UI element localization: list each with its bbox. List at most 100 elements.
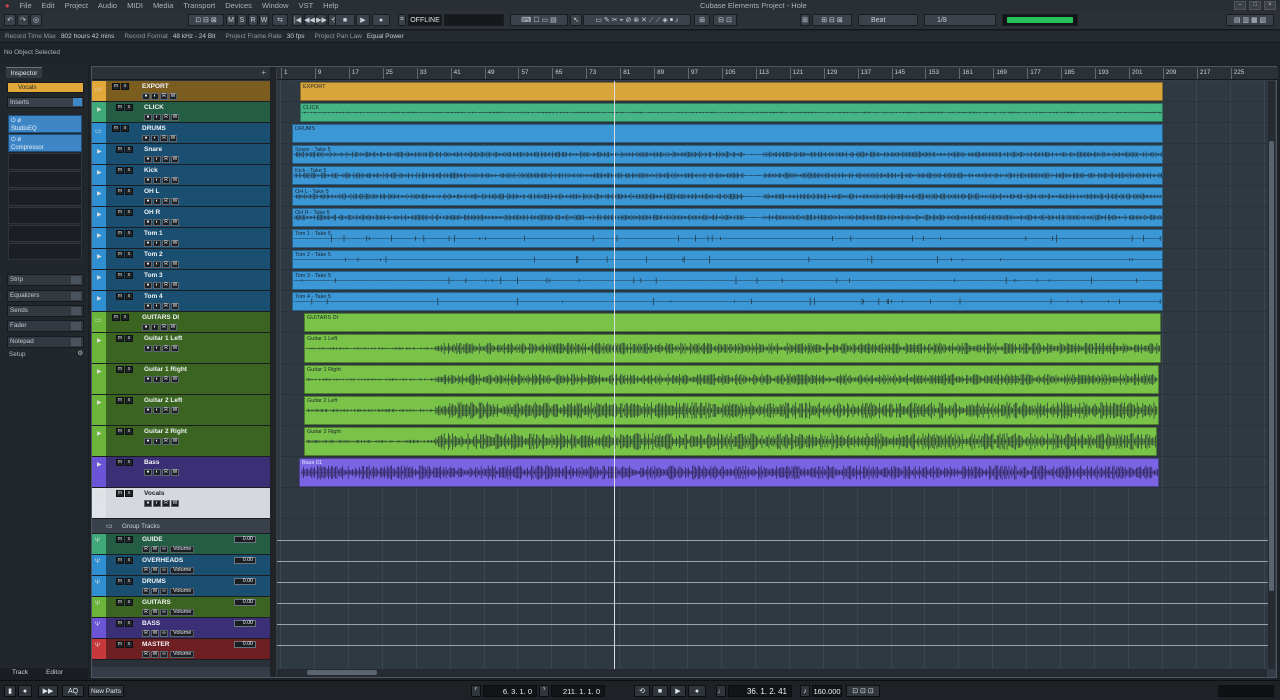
record-enable-button[interactable]: ● <box>144 376 152 383</box>
write-button[interactable]: W <box>151 588 159 595</box>
track-name[interactable]: Tom 1 <box>144 230 163 237</box>
track-list-divider[interactable] <box>270 67 276 677</box>
quantize-select[interactable]: 1/8 <box>924 14 996 26</box>
menu-item-audio[interactable]: Audio <box>93 0 122 11</box>
right-locator-button[interactable]: ⌝ <box>539 685 549 697</box>
audio-event-export[interactable]: EXPORT <box>300 82 1163 101</box>
expand-triangle-icon[interactable]: ▶ <box>97 169 102 176</box>
write-button[interactable]: W <box>169 135 177 142</box>
write-button[interactable]: W <box>151 651 159 658</box>
write-button[interactable]: W <box>151 546 159 553</box>
track-name[interactable]: Guitar 1 Right <box>144 366 187 373</box>
monitor-button[interactable]: ◐ <box>153 303 161 310</box>
solo-button[interactable]: s <box>121 125 129 132</box>
monitor-button[interactable]: ◐ <box>153 240 161 247</box>
write-button[interactable]: W <box>169 93 177 100</box>
insert-slot-5[interactable] <box>8 189 82 206</box>
insert-slot-1[interactable]: ⏻ ø StudioEQ <box>8 115 82 133</box>
record-enable-button[interactable]: ● <box>144 114 152 121</box>
menu-item-devices[interactable]: Devices <box>220 0 257 11</box>
automation-parameter[interactable]: Volume <box>170 588 195 595</box>
group-track-master[interactable]: Ψm s MASTER 0.00 R W ∞ Volume <box>92 639 270 660</box>
mute-button[interactable]: m <box>116 397 124 404</box>
track-color-bar[interactable] <box>92 597 106 617</box>
track-name[interactable]: GUITARS DI <box>142 314 179 321</box>
snap-button[interactable]: ⊞ <box>694 14 710 26</box>
track-name[interactable]: Snare <box>144 146 162 153</box>
track-tom4[interactable]: ▶ m s Tom 4 ● ◐ R W <box>92 291 270 312</box>
track-name[interactable]: CLICK <box>144 104 164 111</box>
audio-event-g1r[interactable]: Guitar 1 Right <box>304 365 1159 394</box>
track-color-bar[interactable] <box>92 639 106 659</box>
solo-button[interactable]: s <box>125 293 133 300</box>
track-color-bar[interactable] <box>92 534 106 554</box>
read-button[interactable]: R <box>160 135 168 142</box>
solo-button[interactable]: s <box>125 459 133 466</box>
record-enable-button[interactable]: ● <box>144 303 152 310</box>
audio-event-tom4[interactable]: Tom 4 - Take 5 <box>292 292 1163 311</box>
read-button[interactable]: R <box>162 261 170 268</box>
read-button[interactable]: R <box>142 651 150 658</box>
menu-item-window[interactable]: Window <box>257 0 294 11</box>
audio-event-tom3[interactable]: Tom 3 - Take 5 <box>292 271 1163 290</box>
stop-button[interactable]: ■ <box>652 685 668 697</box>
audio-event-drums[interactable]: DRUMS <box>292 124 1163 143</box>
monitor-button[interactable]: ◐ <box>153 500 161 507</box>
equalizers-section[interactable]: Equalizers <box>7 290 84 302</box>
horizontal-scrollbar[interactable] <box>277 669 1267 677</box>
minimize-button[interactable]: – <box>1234 1 1246 10</box>
transport-options-button[interactable]: ● <box>18 685 32 697</box>
inserts-section[interactable]: Inserts <box>7 97 84 108</box>
stop-button[interactable]: ■ <box>335 14 355 26</box>
group-track-guide[interactable]: Ψm s GUIDE 0.00 R W ∞ Volume <box>92 534 270 555</box>
expand-triangle-icon[interactable]: ▶ <box>97 461 102 468</box>
track-color-bar[interactable] <box>92 555 106 575</box>
read-button[interactable]: R <box>162 177 170 184</box>
automation-link-icon[interactable]: ∞ <box>160 630 168 637</box>
volume-value[interactable]: 0.00 <box>234 641 256 648</box>
insert-slot-4[interactable] <box>8 171 82 188</box>
write-button[interactable]: W <box>171 345 179 352</box>
mute-button[interactable]: m <box>116 188 124 195</box>
auto-quantize-button[interactable]: AQ <box>62 685 84 697</box>
mute-button[interactable]: m <box>112 314 120 321</box>
automation-parameter[interactable]: Volume <box>170 567 195 574</box>
monitor-button[interactable]: ◐ <box>153 156 161 163</box>
record-button[interactable]: ● <box>688 685 706 697</box>
grid-toggle-button[interactable]: ⊞ <box>800 14 810 26</box>
menu-item-project[interactable]: Project <box>60 0 93 11</box>
sends-section[interactable]: Sends <box>7 305 84 317</box>
folder-icon[interactable]: ▭ <box>95 316 102 324</box>
write-button[interactable]: W <box>169 324 177 331</box>
solo-button[interactable]: s <box>125 188 133 195</box>
track-color-bar[interactable] <box>92 618 106 638</box>
read-button[interactable]: R <box>142 609 150 616</box>
mute-button[interactable]: m <box>112 83 120 90</box>
audio-event-bass[interactable]: Bass 01 <box>299 458 1159 487</box>
solo-button[interactable]: s <box>125 641 133 648</box>
expand-triangle-icon[interactable]: ▶ <box>97 430 102 437</box>
record-enable-button[interactable]: ● <box>144 500 152 507</box>
event-display[interactable]: EXPORT CLICK DRUMS Snare - Take 5 Kick - Tak… <box>277 81 1273 669</box>
solo-button[interactable]: s <box>125 578 133 585</box>
snap-mode-button[interactable]: ⊟ ⊡ <box>713 14 737 26</box>
monitor-button[interactable]: ◐ <box>153 438 161 445</box>
expand-triangle-icon[interactable]: ▶ <box>97 295 102 302</box>
window-layout-buttons[interactable]: ▤ ▥ ▦ ▧ <box>1226 14 1274 26</box>
menu-item-vst[interactable]: VST <box>294 0 319 11</box>
mute-mode-button[interactable]: M <box>226 14 236 26</box>
write-button[interactable]: W <box>171 303 179 310</box>
record-enable-button[interactable]: ● <box>144 282 152 289</box>
monitor-button[interactable]: ◐ <box>153 345 161 352</box>
audio-event-snare[interactable]: Snare - Take 5 <box>292 145 1163 164</box>
constrain-delay-button[interactable]: ⌗ <box>398 14 406 26</box>
cycle-button[interactable]: ⟲ <box>634 685 650 697</box>
volume-value[interactable]: 0.00 <box>234 599 256 606</box>
tempo-display[interactable]: 160.000 <box>812 685 842 697</box>
record-enable-button[interactable]: ● <box>144 177 152 184</box>
menu-item-transport[interactable]: Transport <box>178 0 220 11</box>
solo-button[interactable]: s <box>125 230 133 237</box>
solo-button[interactable]: s <box>125 428 133 435</box>
go-to-start-button[interactable]: |◀ <box>292 14 303 26</box>
timeline-ruler[interactable]: 1 9 17 25 33 41 49 57 65 73 81 89 97 105 113 121 129 137 1… <box>277 67 1278 80</box>
